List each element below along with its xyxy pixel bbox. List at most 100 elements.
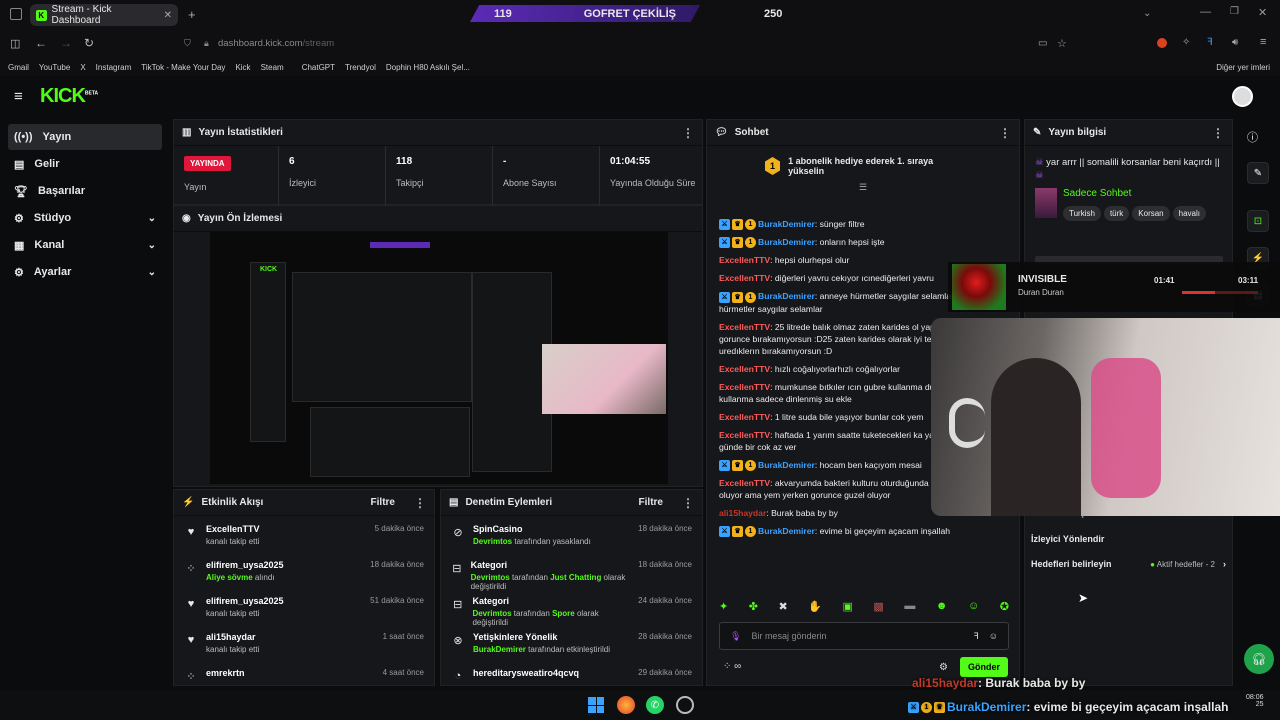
reader-icon[interactable]: ▭: [1038, 38, 1047, 49]
chat-user[interactable]: BurakDemirer: [758, 219, 815, 229]
tag-chip[interactable]: havalı: [1172, 206, 1206, 221]
speaker-icon[interactable]: 🔊︎: [1232, 37, 1238, 48]
extension-icon[interactable]: [1157, 38, 1167, 48]
emoji-icon[interactable]: ☺: [989, 631, 998, 641]
chat-user[interactable]: ExcellenTTV: [719, 382, 770, 392]
gear-icon[interactable]: ⚙: [939, 662, 948, 673]
app-icon[interactable]: [676, 696, 694, 714]
edit-tool-icon[interactable]: ✎: [1247, 162, 1269, 184]
chat-user[interactable]: BurakDemirer: [758, 460, 815, 470]
bookmark-kick[interactable]: Kick: [235, 63, 250, 72]
bookmark-dophin[interactable]: Dophin H80 Askılı Şel...: [386, 63, 470, 72]
chat-user[interactable]: ali15haydar: [719, 508, 766, 518]
puzzle-icon[interactable]: ✧: [1182, 37, 1190, 48]
emote-icon[interactable]: ✦: [719, 600, 728, 616]
chat-input[interactable]: 🎙︎ Bir mesaj gönderin ꟻ ☺: [719, 622, 1009, 650]
hamburger-icon[interactable]: ≡: [14, 88, 23, 105]
emote-icon[interactable]: ▣: [842, 600, 852, 616]
points-icon[interactable]: ⁘ ∞: [723, 661, 741, 672]
emote-icon[interactable]: ✤: [749, 600, 758, 616]
info-icon[interactable]: ⓘ: [1247, 129, 1258, 145]
moderation-filter-button[interactable]: Filtre: [639, 497, 663, 508]
more-icon[interactable]: ⋮: [682, 126, 694, 140]
bookmark-x[interactable]: X: [80, 63, 85, 72]
chat-user[interactable]: ExcellenTTV: [719, 255, 770, 265]
category-name[interactable]: Sadece Sohbet: [1063, 188, 1209, 199]
more-icon[interactable]: ⋮: [1212, 126, 1224, 140]
chat-user[interactable]: BurakDemirer: [758, 526, 815, 536]
bookmark-gmail[interactable]: Gmail: [8, 63, 29, 72]
tab-overview-icon[interactable]: [10, 8, 22, 20]
category-thumbnail[interactable]: [1035, 188, 1057, 218]
sidebar-item-kanal[interactable]: ▦ Kanal ⌄: [8, 232, 162, 258]
chat-user[interactable]: ExcellenTTV: [719, 364, 770, 374]
bookmark-other[interactable]: Diğer yer imleri: [1216, 63, 1270, 72]
tag-chip[interactable]: Turkish: [1063, 206, 1101, 221]
sidebar-item-basarilar[interactable]: 🏆︎ Başarılar: [8, 178, 162, 204]
bookmark-chatgpt[interactable]: ChatGPT: [302, 63, 335, 72]
emote-icon[interactable]: ▬: [904, 600, 915, 616]
emote-icon[interactable]: ☻: [936, 600, 948, 616]
window-close-icon[interactable]: ✕: [1258, 6, 1267, 19]
more-icon[interactable]: ⋮: [414, 496, 426, 510]
maximize-icon[interactable]: ❐: [1230, 6, 1239, 17]
sidebar-toggle-icon[interactable]: ◫: [10, 37, 20, 50]
sidebar-item-gelir[interactable]: ▤ Gelir: [8, 151, 162, 177]
url-field[interactable]: dashboard.kick.com/stream: [218, 38, 334, 49]
sidebar-item-yayin[interactable]: ((•)) Yayın: [8, 124, 162, 150]
minimize-icon[interactable]: —: [1200, 6, 1211, 18]
mic-icon[interactable]: 🎙︎: [730, 631, 741, 642]
firefox-icon[interactable]: [617, 696, 635, 714]
chat-user[interactable]: BurakDemirer: [758, 237, 815, 247]
tag-chip[interactable]: türk: [1103, 206, 1130, 221]
lock-icon[interactable]: 🔒︎: [204, 38, 209, 49]
filter-icon[interactable]: ☰: [707, 182, 1019, 193]
bookmark-tiktok[interactable]: TikTok - Make Your Day: [141, 63, 225, 72]
bookmark-star-icon[interactable]: ☆: [1057, 37, 1067, 50]
sidebar-item-studyo[interactable]: ⚙ Stüdyo ⌄: [8, 205, 162, 231]
sidebar-item-ayarlar[interactable]: ⚙ Ayarlar ⌄: [8, 259, 162, 285]
whatsapp-icon[interactable]: ✆: [646, 696, 664, 714]
clock[interactable]: 08:06 25: [1246, 694, 1264, 708]
bookmark-instagram[interactable]: Instagram: [96, 63, 132, 72]
send-button[interactable]: Gönder: [960, 657, 1008, 677]
bookmark-trendyol[interactable]: Trendyol: [345, 63, 376, 72]
more-icon[interactable]: ⋮: [999, 126, 1011, 140]
reload-icon[interactable]: ↻: [84, 36, 94, 50]
translate-icon[interactable]: ꟻ: [1207, 37, 1213, 48]
chat-user[interactable]: ExcellenTTV: [719, 412, 770, 422]
shield-icon[interactable]: ⛉: [184, 38, 191, 49]
camera-tool-icon[interactable]: ⊡: [1247, 210, 1269, 232]
bookmark-youtube[interactable]: YouTube: [39, 63, 70, 72]
emote-icon[interactable]: ✪: [1000, 600, 1009, 616]
tag-chip[interactable]: Korsan: [1132, 206, 1170, 221]
translate-icon[interactable]: ꟻ: [974, 631, 979, 642]
support-icon[interactable]: 🎧︎: [1244, 644, 1274, 674]
menu-icon[interactable]: ≡: [1260, 36, 1266, 48]
bookmark-steam[interactable]: Steam: [261, 63, 284, 72]
forward-icon[interactable]: →: [60, 36, 72, 50]
activity-filter-button[interactable]: Filtre: [371, 497, 395, 508]
preview-video[interactable]: KICK: [210, 232, 668, 484]
avatar[interactable]: [1232, 86, 1253, 107]
chat-user[interactable]: BurakDemirer: [758, 291, 815, 301]
row-goals[interactable]: Hedefleri belirleyin ● Aktif hedefler - …: [1031, 559, 1226, 569]
chat-user[interactable]: ExcellenTTV: [719, 430, 770, 440]
row-raid[interactable]: İzleyici Yönlendir: [1031, 534, 1104, 544]
emote-icon[interactable]: ✖: [779, 600, 788, 616]
browser-tab-active[interactable]: K Stream - Kick Dashboard ✕: [30, 4, 178, 26]
emote-icon[interactable]: ☺: [968, 600, 979, 616]
emote-icon[interactable]: ▩: [873, 600, 883, 616]
back-icon[interactable]: ←: [35, 36, 47, 50]
chat-user[interactable]: ExcellenTTV: [719, 478, 770, 488]
emote-icon[interactable]: ✋: [808, 600, 822, 616]
windows-start-icon[interactable]: [588, 697, 604, 713]
tab-list-icon[interactable]: ⌄: [1143, 8, 1151, 19]
chat-user[interactable]: ExcellenTTV: [719, 273, 770, 283]
pinned-banner[interactable]: 1 1 abonelik hediye ederek 1. sıraya yük…: [707, 146, 1019, 186]
more-icon[interactable]: ⋮: [682, 496, 694, 510]
kick-logo[interactable]: KICKBETA: [40, 85, 98, 108]
new-tab-icon[interactable]: +: [188, 7, 196, 22]
chat-user[interactable]: ExcellenTTV: [719, 322, 770, 332]
close-tab-icon[interactable]: ✕: [164, 10, 172, 21]
